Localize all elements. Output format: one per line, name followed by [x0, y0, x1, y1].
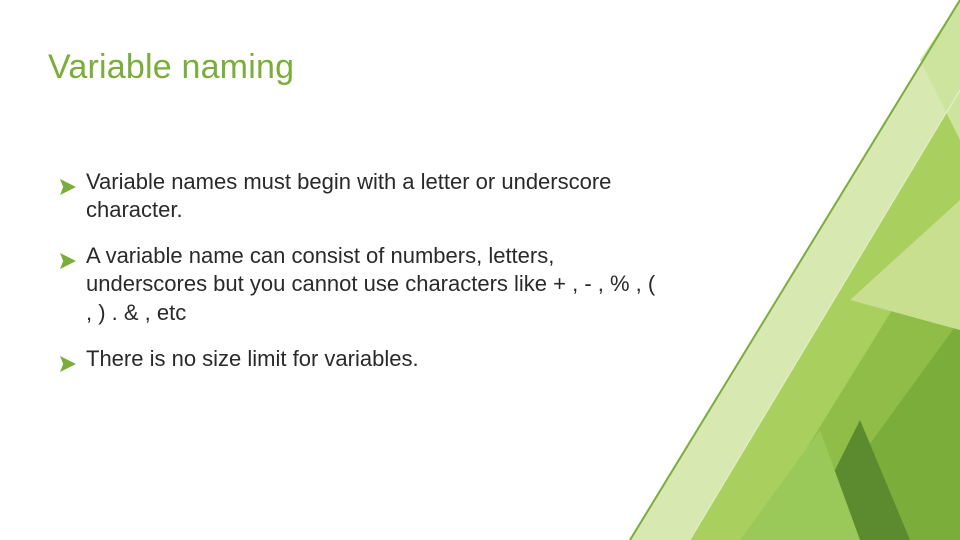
bullet-text: A variable name can consist of numbers, … [86, 242, 660, 326]
bullet-text: Variable names must begin with a letter … [86, 168, 660, 224]
bullet-icon [60, 248, 76, 264]
bullet-text: There is no size limit for variables. [86, 345, 660, 373]
list-item: A variable name can consist of numbers, … [60, 242, 660, 326]
list-item: There is no size limit for variables. [60, 345, 660, 373]
bullet-icon [60, 174, 76, 190]
bullet-list: Variable names must begin with a letter … [60, 168, 660, 391]
list-item: Variable names must begin with a letter … [60, 168, 660, 224]
slide: Variable naming Variable names must begi… [0, 0, 960, 540]
slide-title: Variable naming [48, 48, 294, 87]
bullet-icon [60, 351, 76, 367]
